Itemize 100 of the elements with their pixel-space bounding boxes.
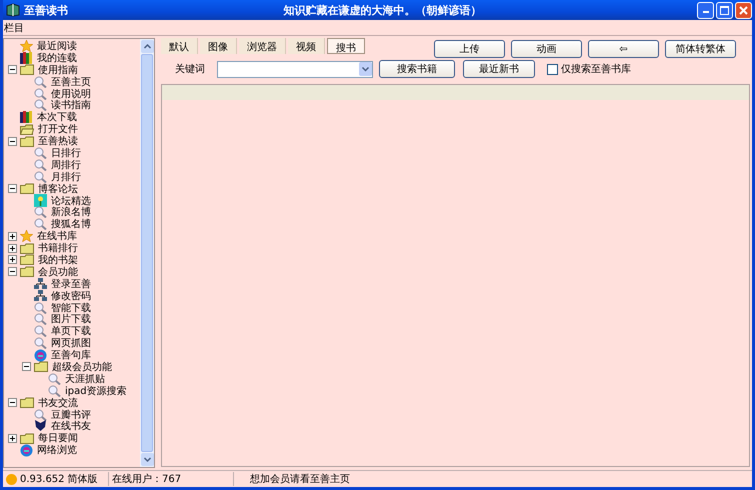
- maximize-icon: [720, 6, 729, 14]
- star-icon: [20, 230, 33, 242]
- folder-icon: [20, 397, 34, 408]
- tree-item[interactable]: 新浪名博: [51, 205, 91, 220]
- collapse-icon[interactable]: [8, 184, 17, 194]
- search-icon: [34, 325, 47, 338]
- expand-icon[interactable]: [8, 434, 17, 443]
- books-icon: [20, 111, 33, 124]
- search-icon: [34, 337, 47, 350]
- tree-item[interactable]: 修改密码: [51, 288, 91, 303]
- folder-icon: [34, 361, 48, 372]
- close-button[interactable]: [735, 2, 752, 18]
- tree-item[interactable]: 日排行: [51, 146, 81, 160]
- tree-item[interactable]: 豆瓣书评: [51, 408, 91, 422]
- tree-item[interactable]: 网页抓图: [51, 336, 91, 350]
- tree-item[interactable]: 在线书库: [37, 229, 77, 244]
- search-icon: [34, 158, 47, 171]
- search-icon: [34, 170, 47, 183]
- app-name: 至善读书: [24, 2, 68, 18]
- folder-icon: [20, 432, 34, 444]
- tree-item[interactable]: 天涯抓贴: [65, 372, 105, 386]
- tab[interactable]: 视频: [288, 38, 325, 54]
- tree-item[interactable]: 使用指南: [38, 62, 78, 77]
- folder-icon: [20, 183, 34, 194]
- tree-item[interactable]: 至善主页: [51, 74, 91, 89]
- expand-icon[interactable]: [8, 244, 17, 253]
- expand-icon[interactable]: [8, 232, 17, 241]
- toolbar-button[interactable]: 简体转繁体: [665, 40, 736, 58]
- minimize-button[interactable]: [697, 2, 714, 18]
- expand-icon[interactable]: [8, 255, 17, 264]
- tree-item[interactable]: 读书指南: [51, 98, 91, 112]
- folder-icon: [20, 242, 34, 254]
- tree-item[interactable]: 超级会员功能: [52, 360, 112, 374]
- checkbox[interactable]: [547, 64, 558, 74]
- folder-icon: [20, 266, 34, 278]
- books-icon: [20, 52, 33, 64]
- status-dot-icon: [6, 474, 17, 484]
- search-icon: [34, 313, 47, 326]
- keyword-combobox[interactable]: [217, 60, 373, 78]
- close-icon: [739, 6, 748, 14]
- tree-item[interactable]: 每日要闻: [38, 431, 78, 446]
- tree-item[interactable]: 博客论坛: [38, 182, 78, 196]
- globe-icon: [34, 348, 47, 362]
- tree-item[interactable]: 周排行: [51, 158, 81, 172]
- network-icon: [34, 278, 47, 290]
- tab[interactable]: 图像: [200, 38, 237, 54]
- network-icon: [34, 290, 47, 302]
- search-button[interactable]: 最近新书: [463, 60, 535, 78]
- folder-icon: [20, 136, 34, 147]
- search-icon: [34, 99, 47, 112]
- toolbar-button[interactable]: 上传: [434, 40, 505, 58]
- tab[interactable]: 浏览器: [239, 38, 286, 54]
- tree-item[interactable]: 书籍排行: [38, 241, 78, 256]
- tree-item[interactable]: 我的书架: [38, 252, 78, 267]
- tree-item[interactable]: 智能下载: [51, 300, 91, 315]
- search-icon: [34, 206, 47, 218]
- tree-item[interactable]: 会员功能: [38, 264, 78, 279]
- collapse-icon[interactable]: [8, 398, 17, 408]
- scroll-thumb[interactable]: [141, 54, 153, 452]
- search-icon: [34, 88, 47, 100]
- panel-header: 栏目: [3, 22, 24, 34]
- collapse-icon[interactable]: [8, 65, 17, 74]
- dropdown-icon[interactable]: [359, 62, 372, 76]
- scrollbar[interactable]: [140, 39, 154, 467]
- tree-item[interactable]: 图片下载: [51, 312, 91, 326]
- search-button[interactable]: 搜索书籍: [379, 60, 455, 78]
- tree-item[interactable]: 至善热读: [38, 134, 78, 148]
- tree-item[interactable]: 至善句库: [51, 348, 91, 362]
- tree-item[interactable]: 在线书友: [51, 419, 91, 434]
- tree-item[interactable]: ipad资源搜索: [65, 384, 127, 398]
- tree-item[interactable]: 搜狐名博: [51, 217, 91, 232]
- search-icon: [48, 372, 61, 385]
- tree-item[interactable]: 本次下载: [37, 110, 77, 124]
- tab[interactable]: 默认: [161, 38, 198, 54]
- toolbar-button[interactable]: ⇦: [588, 40, 659, 58]
- search-icon: [34, 218, 47, 230]
- book-icon: [6, 3, 20, 17]
- tree-item[interactable]: 打开文件: [38, 122, 78, 136]
- tree-item[interactable]: 月排行: [51, 170, 81, 184]
- version-text: 0.93.652 简体版: [20, 473, 98, 486]
- scroll-down-button[interactable]: [140, 453, 154, 466]
- collapse-icon[interactable]: [8, 267, 17, 276]
- scroll-up-button[interactable]: [140, 40, 154, 53]
- toolbar-button[interactable]: 动画: [511, 40, 582, 58]
- tree-item[interactable]: 网络浏览: [37, 443, 77, 458]
- flower-icon: [34, 194, 47, 208]
- tab[interactable]: 搜书: [327, 38, 365, 54]
- search-icon: [34, 146, 47, 159]
- maximize-button[interactable]: [716, 2, 733, 18]
- tree-item[interactable]: 我的连载: [37, 50, 77, 65]
- tree-item[interactable]: 论坛精选: [51, 194, 91, 208]
- tree-item[interactable]: 使用说明: [51, 86, 91, 101]
- tree-item[interactable]: 书友交流: [38, 396, 78, 410]
- collapse-icon[interactable]: [22, 362, 31, 372]
- tree-item[interactable]: 单页下载: [51, 324, 91, 338]
- tree-item[interactable]: 最近阅读: [37, 38, 77, 53]
- collapse-icon[interactable]: [8, 136, 17, 146]
- tree-item[interactable]: 登录至善: [51, 276, 91, 291]
- window-title: 知识贮藏在谦虚的大海中。（朝鲜谚语）: [282, 2, 482, 18]
- search-icon: [48, 384, 61, 397]
